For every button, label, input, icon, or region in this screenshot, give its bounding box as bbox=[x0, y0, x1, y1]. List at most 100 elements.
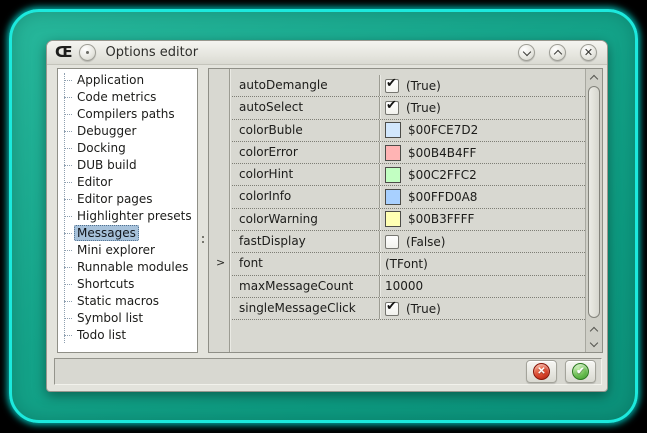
color-swatch[interactable] bbox=[385, 189, 401, 205]
property-name[interactable]: maxMessageCount bbox=[232, 276, 379, 297]
options-editor-window: Œ Options editor ✕ Application Code metr… bbox=[46, 40, 608, 392]
value-text: $00B3FFFF bbox=[408, 212, 474, 226]
checkbox-checked[interactable]: ✔ bbox=[385, 79, 399, 93]
close-icon: ✕ bbox=[584, 47, 593, 58]
property-rows: autoDemangle ✔ (True) autoSelect ✔ (True… bbox=[232, 69, 585, 352]
window-title: Options editor bbox=[103, 45, 511, 60]
sidebar-item-application[interactable]: Application bbox=[58, 72, 197, 89]
chevron-down-icon bbox=[590, 338, 598, 346]
checkbox-checked[interactable]: ✔ bbox=[385, 101, 399, 115]
property-value[interactable]: $00FFD0A8 bbox=[379, 186, 585, 207]
sidebar-item-debugger[interactable]: Debugger bbox=[58, 123, 197, 140]
value-text: (True) bbox=[406, 79, 441, 93]
color-swatch[interactable] bbox=[385, 167, 401, 183]
value-text: $00B4B4FF bbox=[408, 146, 476, 160]
close-button[interactable]: ✕ bbox=[580, 44, 597, 61]
sidebar-item-messages[interactable]: Messages bbox=[58, 225, 197, 242]
property-value[interactable]: ✔ (True) bbox=[379, 97, 585, 118]
sidebar-item-highlighter-presets[interactable]: Highlighter presets bbox=[58, 208, 197, 225]
property-value[interactable]: (False) bbox=[379, 231, 585, 252]
category-tree[interactable]: Application Code metrics Compilers paths… bbox=[57, 68, 198, 353]
property-value[interactable]: 10000 bbox=[379, 276, 585, 297]
sidebar-item-runnable-modules[interactable]: Runnable modules bbox=[58, 259, 197, 276]
scroll-up-button[interactable] bbox=[586, 71, 602, 84]
property-value[interactable]: $00B3FFFF bbox=[379, 209, 585, 230]
property-name[interactable]: font bbox=[232, 253, 379, 274]
property-name[interactable]: colorInfo bbox=[232, 186, 379, 207]
property-name[interactable]: autoDemangle bbox=[232, 75, 379, 96]
property-value[interactable]: (TFont) bbox=[379, 253, 585, 274]
sidebar-item-shortcuts[interactable]: Shortcuts bbox=[58, 276, 197, 293]
property-row-font: font (TFont) bbox=[232, 253, 585, 275]
property-name[interactable]: colorBuble bbox=[232, 120, 379, 141]
property-grid[interactable]: > autoDemangle ✔ (True) autoSelect ✔ (Tr… bbox=[208, 68, 603, 353]
property-name[interactable]: colorHint bbox=[232, 164, 379, 185]
property-row-colorError: colorError $00B4B4FF bbox=[232, 142, 585, 164]
property-name[interactable]: singleMessageClick bbox=[232, 298, 379, 319]
grid-vertical-scrollbar[interactable] bbox=[585, 69, 602, 352]
sidebar-item-editor[interactable]: Editor bbox=[58, 174, 197, 191]
value-text: $00FCE7D2 bbox=[408, 123, 478, 137]
value-text: (TFont) bbox=[385, 257, 428, 271]
accept-button[interactable]: ✔ bbox=[565, 360, 596, 383]
minimize-button[interactable] bbox=[518, 44, 535, 61]
sidebar-item-compilers-paths[interactable]: Compilers paths bbox=[58, 106, 197, 123]
footer-bar: ✕ ✔ bbox=[54, 358, 602, 385]
property-name[interactable]: fastDisplay bbox=[232, 231, 379, 252]
sidebar-item-mini-explorer[interactable]: Mini explorer bbox=[58, 242, 197, 259]
chevron-up-icon bbox=[590, 326, 598, 334]
property-value[interactable]: ✔ (True) bbox=[379, 298, 585, 319]
value-text: $00C2FFC2 bbox=[408, 168, 477, 182]
color-swatch[interactable] bbox=[385, 211, 401, 227]
chevron-down-icon bbox=[522, 47, 530, 55]
maximize-button[interactable] bbox=[549, 44, 566, 61]
property-row-colorBuble: colorBuble $00FCE7D2 bbox=[232, 120, 585, 142]
property-value[interactable]: $00C2FFC2 bbox=[379, 164, 585, 185]
property-row-maxMessageCount: maxMessageCount 10000 bbox=[232, 276, 585, 298]
current-row-marker: > bbox=[216, 257, 225, 268]
property-value[interactable]: $00FCE7D2 bbox=[379, 120, 585, 141]
splitter-grip-icon bbox=[202, 236, 204, 238]
property-name[interactable]: colorError bbox=[232, 142, 379, 163]
sidebar-item-dub-build[interactable]: DUB build bbox=[58, 157, 197, 174]
property-row-colorWarning: colorWarning $00B3FFFF bbox=[232, 209, 585, 231]
titlebar[interactable]: Œ Options editor ✕ bbox=[47, 41, 607, 65]
color-swatch[interactable] bbox=[385, 145, 401, 161]
sidebar-item-todo-list[interactable]: Todo list bbox=[58, 327, 197, 344]
property-row-singleMessageClick: singleMessageClick ✔ (True) bbox=[232, 298, 585, 320]
sidebar-item-editor-pages[interactable]: Editor pages bbox=[58, 191, 197, 208]
property-name[interactable]: colorWarning bbox=[232, 209, 379, 230]
scrollbar-thumb[interactable] bbox=[588, 86, 600, 318]
value-text: (True) bbox=[406, 101, 441, 115]
cancel-button[interactable]: ✕ bbox=[526, 360, 557, 383]
property-row-autoSelect: autoSelect ✔ (True) bbox=[232, 97, 585, 119]
titlebar-buttons: ✕ bbox=[518, 44, 599, 61]
property-name[interactable]: autoSelect bbox=[232, 97, 379, 118]
property-row-autoDemangle: autoDemangle ✔ (True) bbox=[232, 75, 585, 97]
color-swatch[interactable] bbox=[385, 122, 401, 138]
property-value[interactable]: ✔ (True) bbox=[379, 75, 585, 96]
property-value[interactable]: $00B4B4FF bbox=[379, 142, 585, 163]
scroll-down-button[interactable] bbox=[586, 337, 602, 350]
checkbox-checked[interactable]: ✔ bbox=[385, 302, 399, 316]
window-menu-icon bbox=[86, 51, 89, 54]
chevron-up-icon bbox=[553, 49, 561, 57]
cancel-icon: ✕ bbox=[533, 363, 550, 380]
value-text: (True) bbox=[406, 302, 441, 316]
sidebar-item-symbol-list[interactable]: Symbol list bbox=[58, 310, 197, 327]
sidebar-item-static-macros[interactable]: Static macros bbox=[58, 293, 197, 310]
splitter-handle[interactable] bbox=[199, 68, 208, 353]
checkbox-unchecked[interactable] bbox=[385, 235, 399, 249]
property-row-fastDisplay: fastDisplay (False) bbox=[232, 231, 585, 253]
sidebar-item-code-metrics[interactable]: Code metrics bbox=[58, 89, 197, 106]
sidebar-item-docking[interactable]: Docking bbox=[58, 140, 197, 157]
value-text: (False) bbox=[406, 235, 446, 249]
window-menu-button[interactable] bbox=[79, 44, 96, 61]
property-row-colorHint: colorHint $00C2FFC2 bbox=[232, 164, 585, 186]
row-indicator-column: > bbox=[209, 69, 230, 352]
chevron-up-icon bbox=[590, 74, 598, 82]
accept-icon: ✔ bbox=[572, 363, 589, 380]
scroll-up-button-bottom[interactable] bbox=[586, 323, 602, 336]
value-text: $00FFD0A8 bbox=[408, 190, 477, 204]
value-text: 10000 bbox=[385, 279, 423, 293]
